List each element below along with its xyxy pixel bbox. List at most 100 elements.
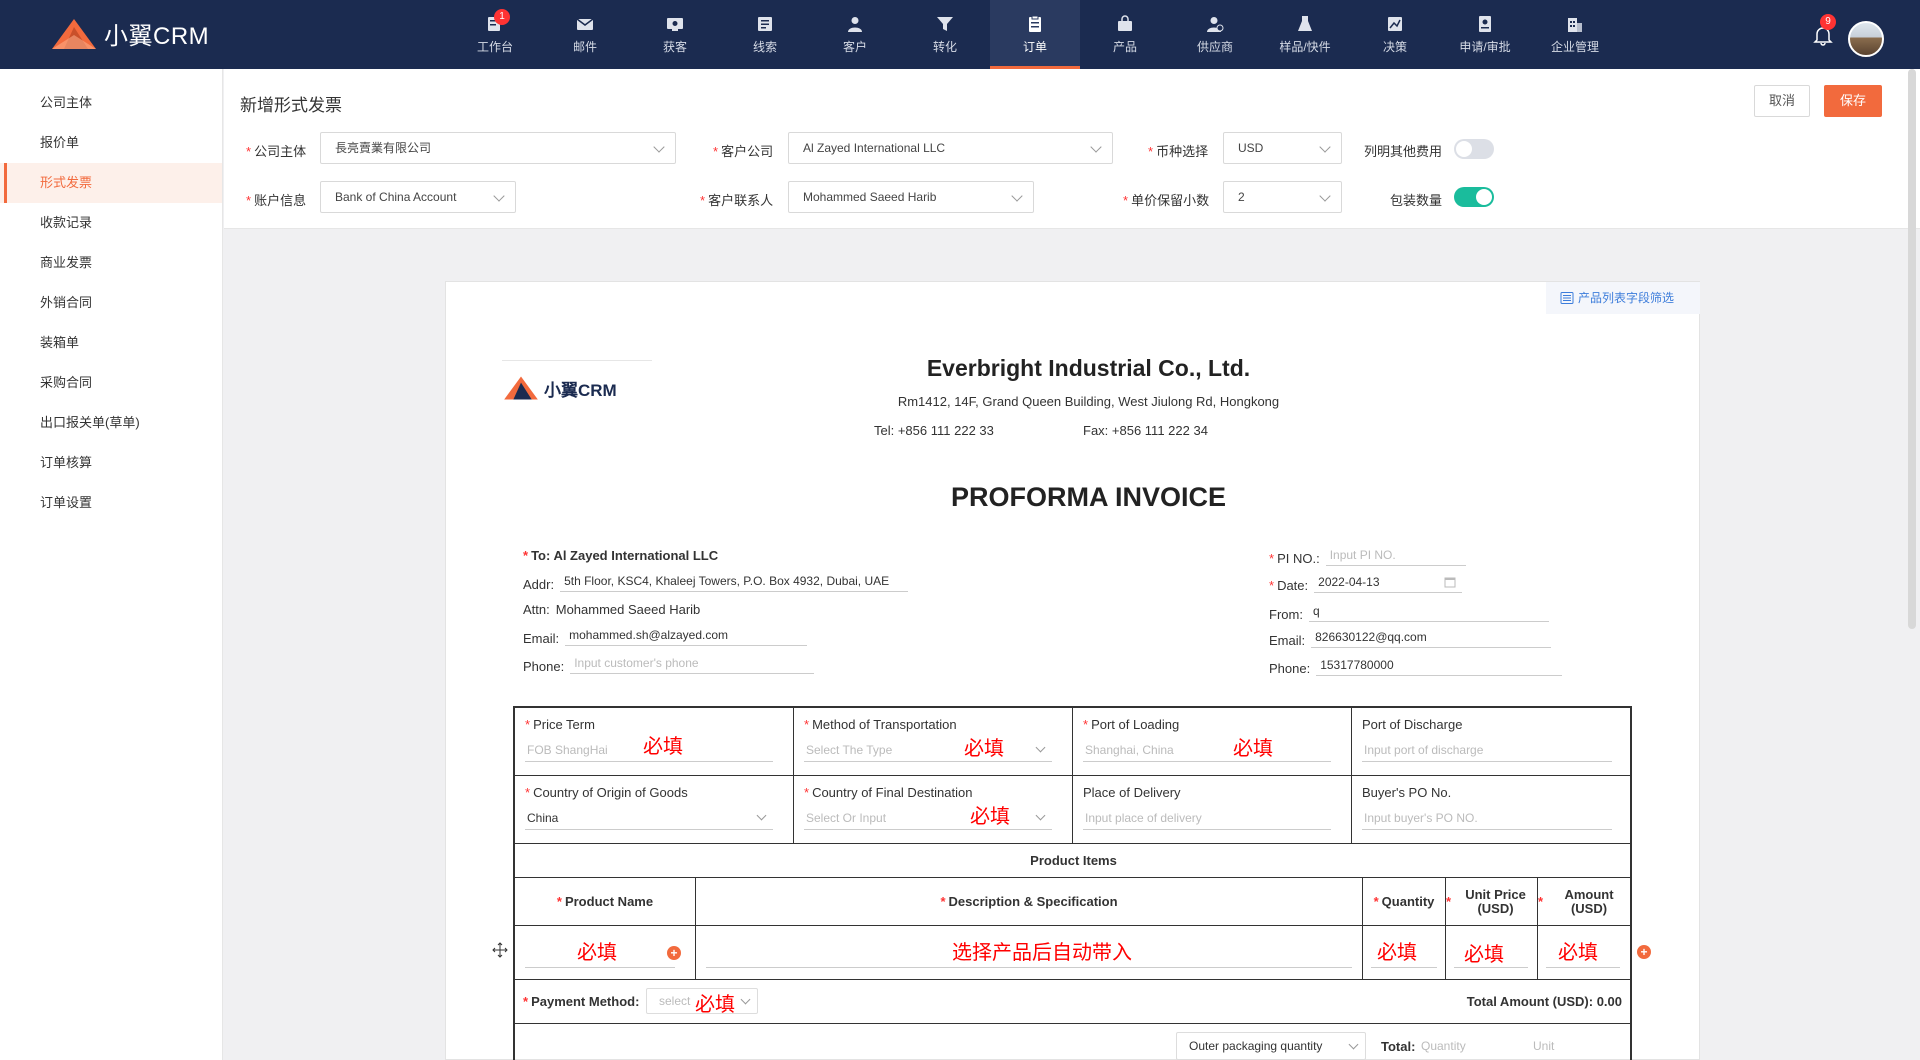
leads-icon	[756, 15, 774, 33]
other-fees-toggle[interactable]	[1454, 139, 1494, 159]
account-select[interactable]: Bank of China Account	[320, 181, 516, 213]
required-note: 必填	[1377, 942, 1417, 964]
add-product-icon[interactable]: +	[667, 946, 681, 960]
company-select[interactable]: 長亮賣業有限公司	[320, 132, 676, 164]
nav-order[interactable]: 订单	[990, 0, 1080, 69]
delivery-input[interactable]: Input place of delivery	[1083, 806, 1331, 830]
package-qty-label: 包装数量	[1390, 193, 1443, 208]
buyer-to-text: To: Al Zayed International LLC	[531, 548, 719, 563]
seller-company-name: Everbright Industrial Co., Ltd.	[926, 355, 1251, 381]
nav-label: 样品/快件	[1279, 39, 1331, 54]
origin-label: * Country of Origin of Goods	[525, 785, 688, 800]
currency-label: * 币种选择	[1148, 144, 1209, 159]
form-header: 新增形式发票 取消 保存 * 公司主体 長亮賣業有限公司 * 客户公司 Al Zay…	[224, 69, 1920, 229]
nav-product[interactable]: 产品	[1080, 0, 1170, 69]
total-quantity-input[interactable]: Quantity	[1421, 1039, 1466, 1053]
attn-value: Mohammed Saeed Harib	[555, 602, 701, 617]
pi-number-field[interactable]: Input PI NO.	[1325, 548, 1466, 566]
sidebar-item-customs-declaration[interactable]: 出口报关单(草单)	[0, 403, 222, 443]
cancel-button[interactable]: 取消	[1754, 85, 1810, 117]
sidebar-item-company[interactable]: 公司主体	[0, 83, 222, 123]
nav-dashboard[interactable]: 工作台 1	[450, 0, 540, 69]
customer-company-label: * 客户公司	[713, 144, 774, 159]
seller-email-label: Email:	[1269, 633, 1306, 648]
sidebar-item-commercial-invoice[interactable]: 商业发票	[0, 243, 222, 283]
nav-approval[interactable]: 申请/审批	[1440, 0, 1530, 69]
sidebar-item-order-settings[interactable]: 订单设置	[0, 483, 222, 523]
nav-enterprise[interactable]: 企业管理	[1530, 0, 1620, 69]
outer-packaging-select[interactable]: Outer packaging quantity	[1176, 1032, 1366, 1060]
nav-customer[interactable]: 客户	[810, 0, 900, 69]
nav-supplier[interactable]: 供应商	[1170, 0, 1260, 69]
buyer-email-field[interactable]: mohammed.sh@alzayed.com	[565, 628, 808, 646]
customer-company-select[interactable]: Al Zayed International LLC	[788, 132, 1113, 164]
sidebar-item-quotation[interactable]: 报价单	[0, 123, 222, 163]
package-qty-toggle[interactable]	[1454, 187, 1494, 207]
date-field[interactable]: 2022-04-13	[1314, 575, 1463, 593]
col-unit-price: * Unit Price (USD)	[1446, 878, 1538, 926]
drag-handle-icon[interactable]	[492, 942, 508, 958]
contact-select[interactable]: Mohammed Saeed Harib	[788, 181, 1034, 213]
total-unit-input[interactable]: Unit	[1533, 1039, 1554, 1053]
sidebar-item-purchase-contract[interactable]: 采购合同	[0, 363, 222, 403]
sidebar-item-order-accounting[interactable]: 订单核算	[0, 443, 222, 483]
seller-email-field[interactable]: 826630122@qq.com	[1311, 630, 1552, 648]
decimals-select[interactable]: 2	[1223, 181, 1342, 213]
product-name-cell[interactable]: 必填 +	[515, 926, 696, 980]
seller-phone-field[interactable]: 15317780000	[1316, 658, 1563, 676]
required-note: 必填	[1233, 738, 1273, 760]
chevron-down-icon	[1011, 190, 1023, 202]
attn-label: Attn:	[523, 602, 550, 617]
destination-label: * Country of Final Destination	[804, 785, 973, 800]
nav-decision[interactable]: 决策	[1350, 0, 1440, 69]
port-discharge-input[interactable]: Input port of discharge	[1362, 738, 1612, 762]
invoice-terms-grid: * Price Term FOB ShangHai 必填 * Method of T…	[513, 706, 1632, 1060]
company-label: * 公司主体	[246, 144, 307, 159]
quantity-cell[interactable]: 必填	[1363, 926, 1446, 980]
add-row-icon[interactable]: +	[1637, 945, 1651, 959]
buyer-addr-row: Addr: 5th Floor, KSC4, Khaleej Towers, P.…	[523, 574, 909, 592]
logo-mark-icon	[52, 18, 96, 49]
required-note: 必填	[964, 738, 1004, 760]
sidebar-item-packing-list[interactable]: 装箱单	[0, 323, 222, 363]
chevron-down-icon	[756, 810, 767, 821]
sidebar-item-proforma-invoice[interactable]: 形式发票	[0, 163, 222, 203]
buyer-po-input[interactable]: Input buyer's PO NO.	[1362, 806, 1612, 830]
user-avatar[interactable]	[1848, 21, 1884, 57]
destination-select[interactable]: Select Or Input	[804, 806, 1052, 830]
nav-mail[interactable]: 邮件	[540, 0, 630, 69]
nav-leads[interactable]: 线索	[720, 0, 810, 69]
date-row: * Date: 2022-04-13	[1269, 575, 1463, 593]
required-note: 必填	[695, 994, 735, 1016]
transport-select[interactable]: Select The Type	[804, 738, 1052, 762]
required-note: 必填	[1464, 944, 1504, 966]
email-label: Email:	[523, 631, 560, 646]
description-cell[interactable]: 选择产品后自动带入	[696, 926, 1363, 980]
port-loading-input[interactable]: Shanghai, China	[1083, 738, 1331, 762]
buyer-phone-row: Phone: Input customer's phone	[523, 656, 815, 674]
nav-convert[interactable]: 转化	[900, 0, 990, 69]
addr-field[interactable]: 5th Floor, KSC4, Khaleej Towers, P.O. Bo…	[560, 574, 909, 592]
currency-select[interactable]: USD	[1223, 132, 1342, 164]
buyer-po-cell: Buyer's PO No. Input buyer's PO NO.	[1352, 776, 1632, 844]
nav-acquire[interactable]: 获客	[630, 0, 720, 69]
product-field-filter-link[interactable]: 产品列表字段筛选	[1546, 282, 1700, 314]
main-nav: 工作台 1 邮件 获客 线索 客户 转化 订单 产品 供应商 样品/快件 决策 …	[450, 0, 1620, 69]
sidebar-item-payments[interactable]: 收款记录	[0, 203, 222, 243]
page-scrollbar[interactable]	[1908, 69, 1916, 629]
product-items-title: Product Items	[515, 844, 1632, 878]
chevron-down-icon	[1035, 742, 1046, 753]
buyer-phone-field[interactable]: Input customer's phone	[570, 656, 815, 674]
sidebar-item-sales-contract[interactable]: 外销合同	[0, 283, 222, 323]
amount-cell[interactable]: 必填	[1538, 926, 1632, 980]
save-button[interactable]: 保存	[1824, 85, 1882, 117]
nav-sample[interactable]: 样品/快件	[1260, 0, 1350, 69]
origin-cell: * Country of Origin of Goods China	[515, 776, 794, 844]
origin-select[interactable]: China	[525, 806, 773, 830]
from-field[interactable]: q	[1308, 604, 1549, 622]
unit-price-cell[interactable]: 必填	[1446, 926, 1538, 980]
app-logo[interactable]: 小翼CRM	[50, 16, 209, 51]
port-discharge-cell: Port of Discharge Input port of discharg…	[1352, 708, 1632, 776]
col-description: * Description & Specification	[696, 878, 1363, 926]
payment-row: * Payment Method: select 必填 Total Amount …	[515, 980, 1632, 1024]
